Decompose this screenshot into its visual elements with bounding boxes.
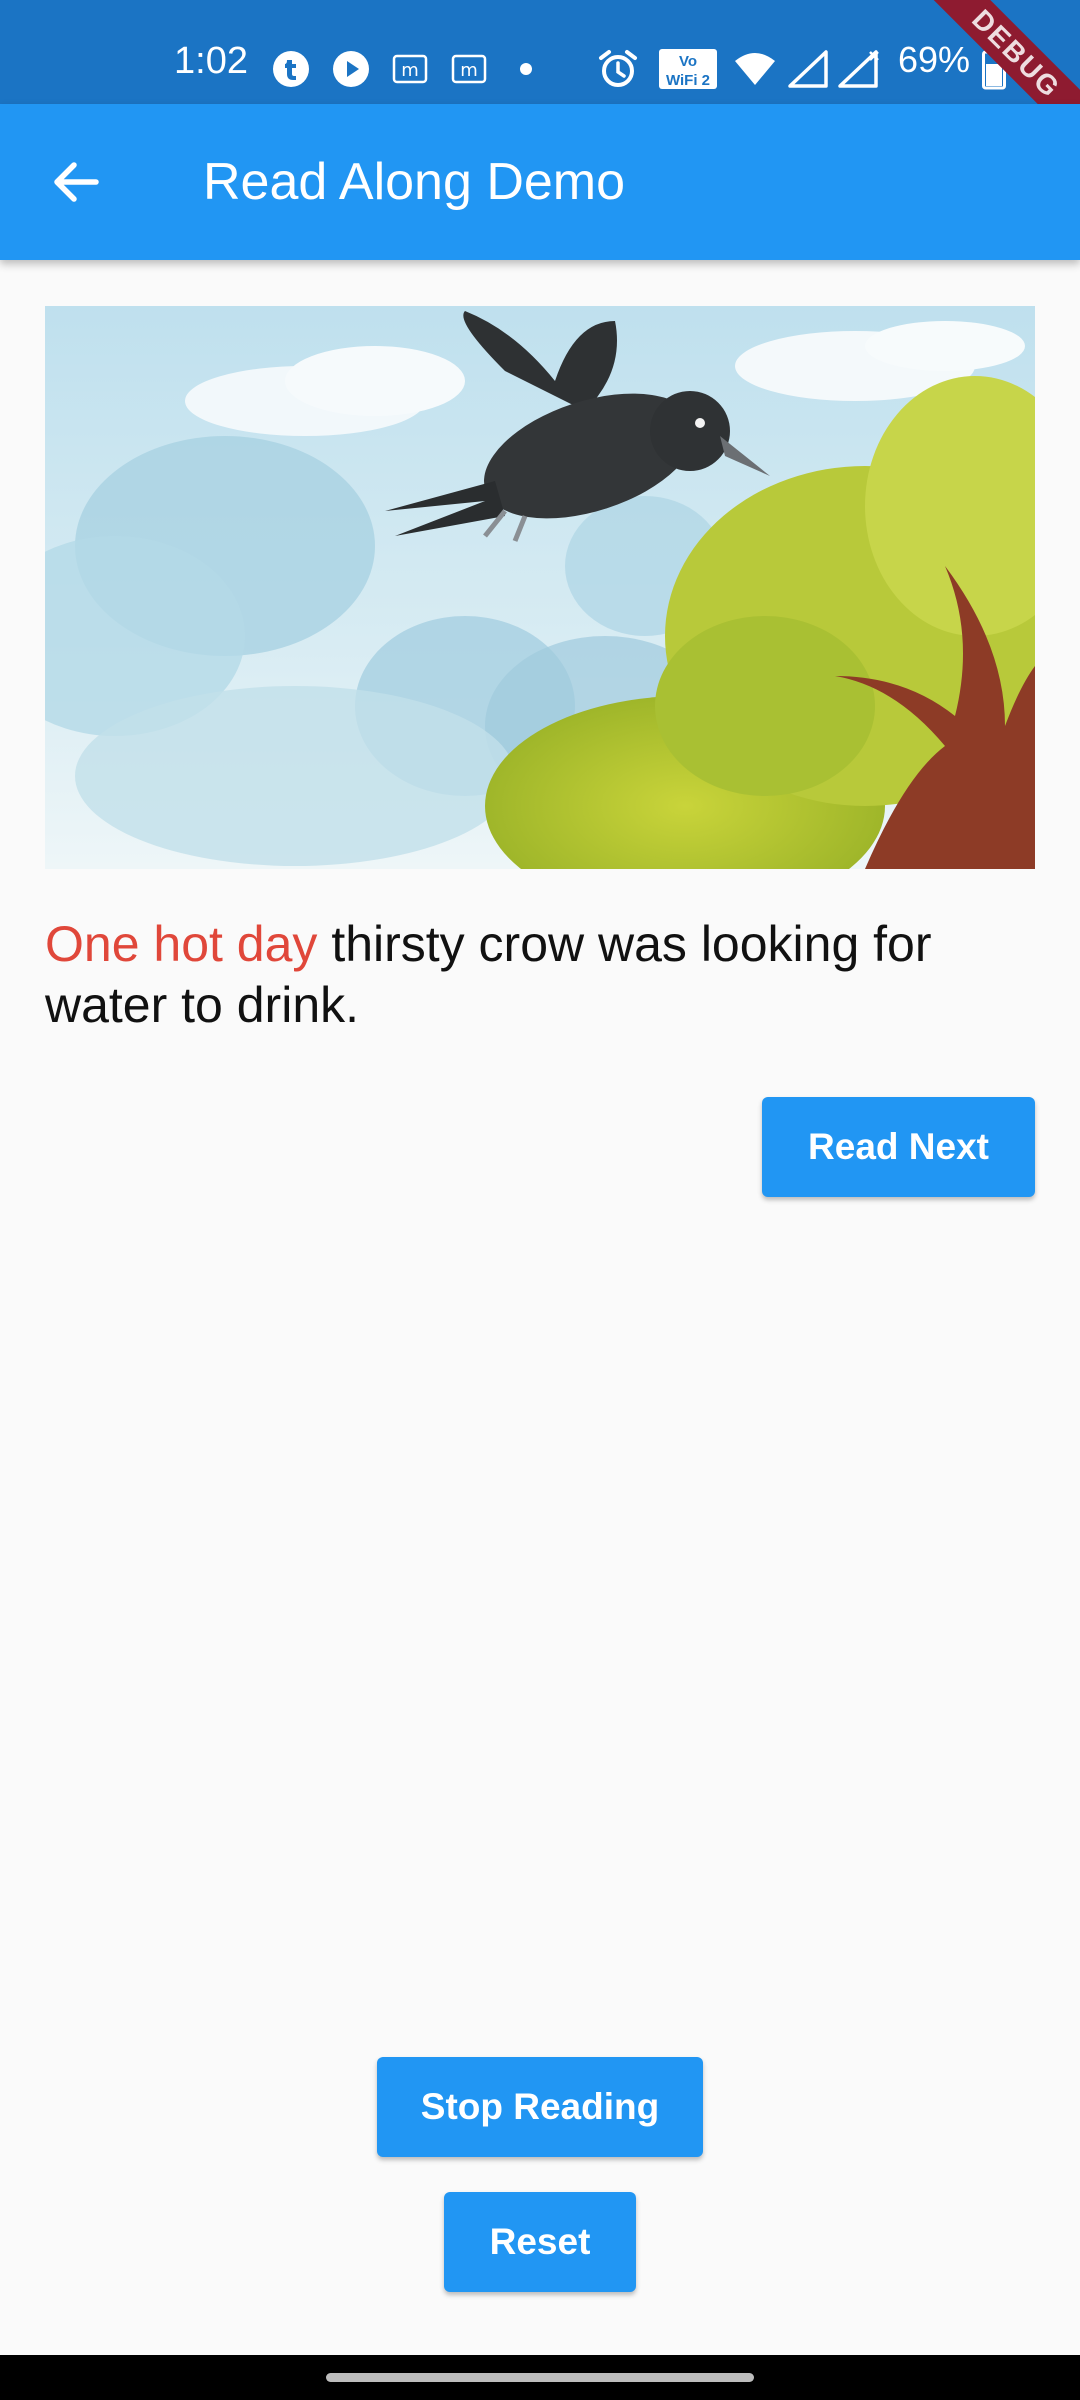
arrow-back-icon (54, 162, 99, 202)
back-button[interactable] (36, 142, 116, 222)
play-icon (332, 50, 370, 88)
read-next-button[interactable]: Read Next (762, 1097, 1035, 1197)
app-bar: Read Along Demo (0, 104, 1080, 260)
story-image (45, 306, 1035, 869)
status-bar: 1:02 m m Vo WiFi 2 69% (0, 0, 1080, 104)
battery-percent: 69% (898, 39, 971, 80)
m-notification-icon-2: m (451, 50, 487, 88)
tumblr-icon (272, 50, 310, 88)
page-title: Read Along Demo (203, 153, 626, 211)
story-text: One hot day thirsty crow was looking for… (45, 914, 1035, 1036)
m-notification-icon: m (392, 50, 428, 88)
navigation-bar (0, 2355, 1080, 2400)
wifi-icon (733, 50, 777, 88)
screen: 1:02 m m Vo WiFi 2 69% DEBUG Read Along … (0, 0, 1080, 2400)
reset-button[interactable]: Reset (444, 2192, 636, 2292)
story-text-highlighted: One hot day (45, 916, 318, 972)
stop-reading-button[interactable]: Stop Reading (377, 2057, 703, 2157)
vowifi-bottom-label: WiFi 2 (666, 72, 710, 89)
status-time: 1:02 (174, 40, 248, 82)
vowifi-icon: Vo WiFi 2 (659, 49, 717, 89)
svg-text:m: m (401, 60, 419, 81)
alarm-icon (597, 50, 639, 88)
crow-illustration (45, 306, 1035, 869)
vowifi-top-label: Vo (679, 53, 697, 70)
svg-text:m: m (460, 60, 478, 81)
dot-icon (518, 50, 534, 88)
signal-icon (788, 50, 828, 88)
home-indicator[interactable] (326, 2373, 754, 2382)
signal-x-icon (838, 50, 882, 88)
